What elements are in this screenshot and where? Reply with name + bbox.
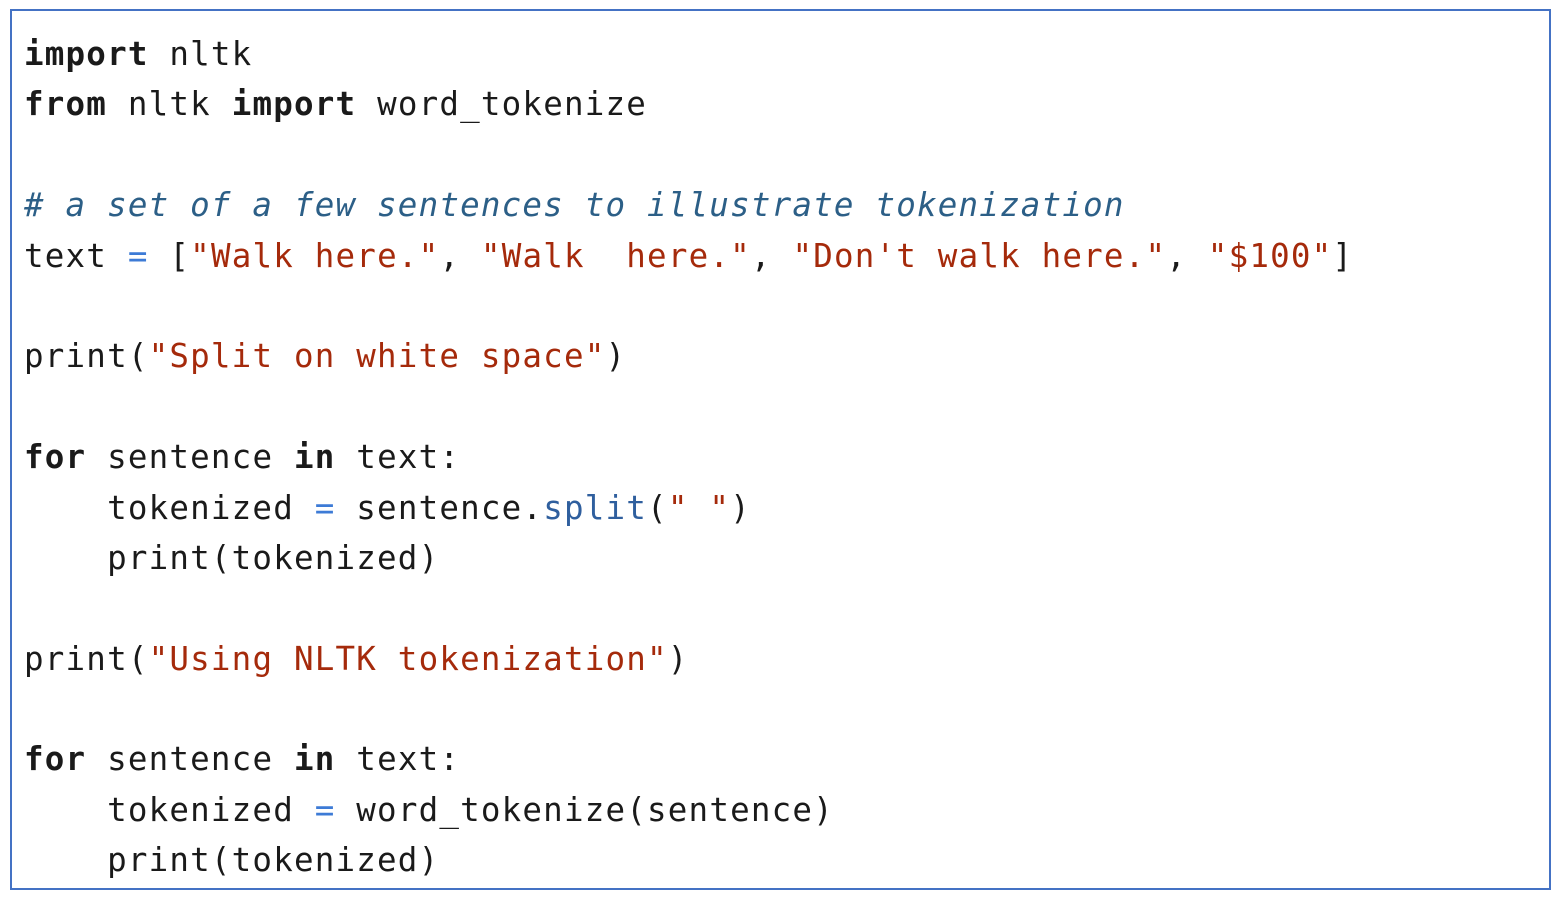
string-token: "$100": [1207, 236, 1333, 275]
code-token: ): [667, 639, 689, 678]
code-token: print(tokenized): [24, 841, 440, 880]
code-token: tokenized: [24, 488, 315, 527]
comment-token: # a set of a few sentences to illustrate…: [24, 186, 1125, 225]
code-listing: import nltk from nltk import word_tokeniz…: [24, 29, 1353, 886]
keyword-token: import: [231, 85, 357, 124]
keyword-token: in: [293, 740, 336, 779]
code-token: word_tokenize: [356, 85, 648, 124]
method-token: split: [543, 488, 648, 527]
code-line: tokenized = sentence.split(" "): [24, 483, 1353, 533]
operator-token: =: [314, 488, 336, 527]
keyword-token: for: [24, 438, 87, 477]
code-line: print("Using NLTK tokenization"): [24, 634, 1353, 684]
code-token: print(tokenized): [24, 538, 440, 577]
code-token: ,: [750, 236, 793, 275]
code-line: text = ["Walk here.", "Walk here.", "Don…: [24, 231, 1353, 281]
keyword-token: in: [293, 438, 336, 477]
code-token: sentence: [86, 740, 294, 779]
code-token: text:: [335, 438, 461, 477]
string-token: "Walk here.": [480, 236, 751, 275]
code-line: print(tokenized): [24, 835, 1353, 885]
code-line: print("Split on white space"): [24, 331, 1353, 381]
code-token: ): [605, 337, 627, 376]
keyword-token: from: [24, 85, 108, 124]
string-token: "Walk here.": [190, 236, 440, 275]
code-line: tokenized = word_tokenize(sentence): [24, 785, 1353, 835]
code-token: nltk: [107, 85, 232, 124]
code-line: # a set of a few sentences to illustrate…: [24, 180, 1353, 230]
code-token: [: [148, 236, 191, 275]
code-token: print(: [24, 639, 149, 678]
code-line: print(tokenized): [24, 533, 1353, 583]
keyword-token: for: [24, 740, 87, 779]
code-token: text: [24, 236, 128, 275]
code-line: import nltk: [24, 29, 1353, 79]
code-token: word_tokenize(sentence): [335, 790, 834, 829]
string-token: "Using NLTK tokenization": [148, 639, 668, 678]
code-token: ,: [1166, 236, 1208, 275]
code-line: for sentence in text:: [24, 734, 1353, 784]
code-line: for sentence in text:: [24, 432, 1353, 482]
code-line: from nltk import word_tokenize: [24, 79, 1353, 129]
operator-token: =: [127, 236, 149, 275]
code-token: ]: [1332, 236, 1354, 275]
code-token: tokenized: [24, 790, 315, 829]
string-token: "Don't walk here.": [792, 236, 1167, 275]
keyword-token: import: [24, 35, 149, 73]
string-token: " ": [667, 488, 731, 527]
code-token: sentence.: [335, 488, 544, 527]
code-token: ): [730, 488, 751, 527]
string-token: "Split on white space": [148, 337, 606, 376]
code-listing-frame: import nltk from nltk import word_tokeniz…: [10, 9, 1551, 890]
code-token: nltk: [148, 35, 253, 73]
code-token: print(: [24, 337, 149, 376]
code-token: (: [647, 488, 668, 527]
operator-token: =: [314, 790, 336, 829]
code-token: ,: [439, 236, 481, 275]
code-token: sentence: [86, 438, 294, 477]
code-token: text:: [335, 740, 461, 779]
